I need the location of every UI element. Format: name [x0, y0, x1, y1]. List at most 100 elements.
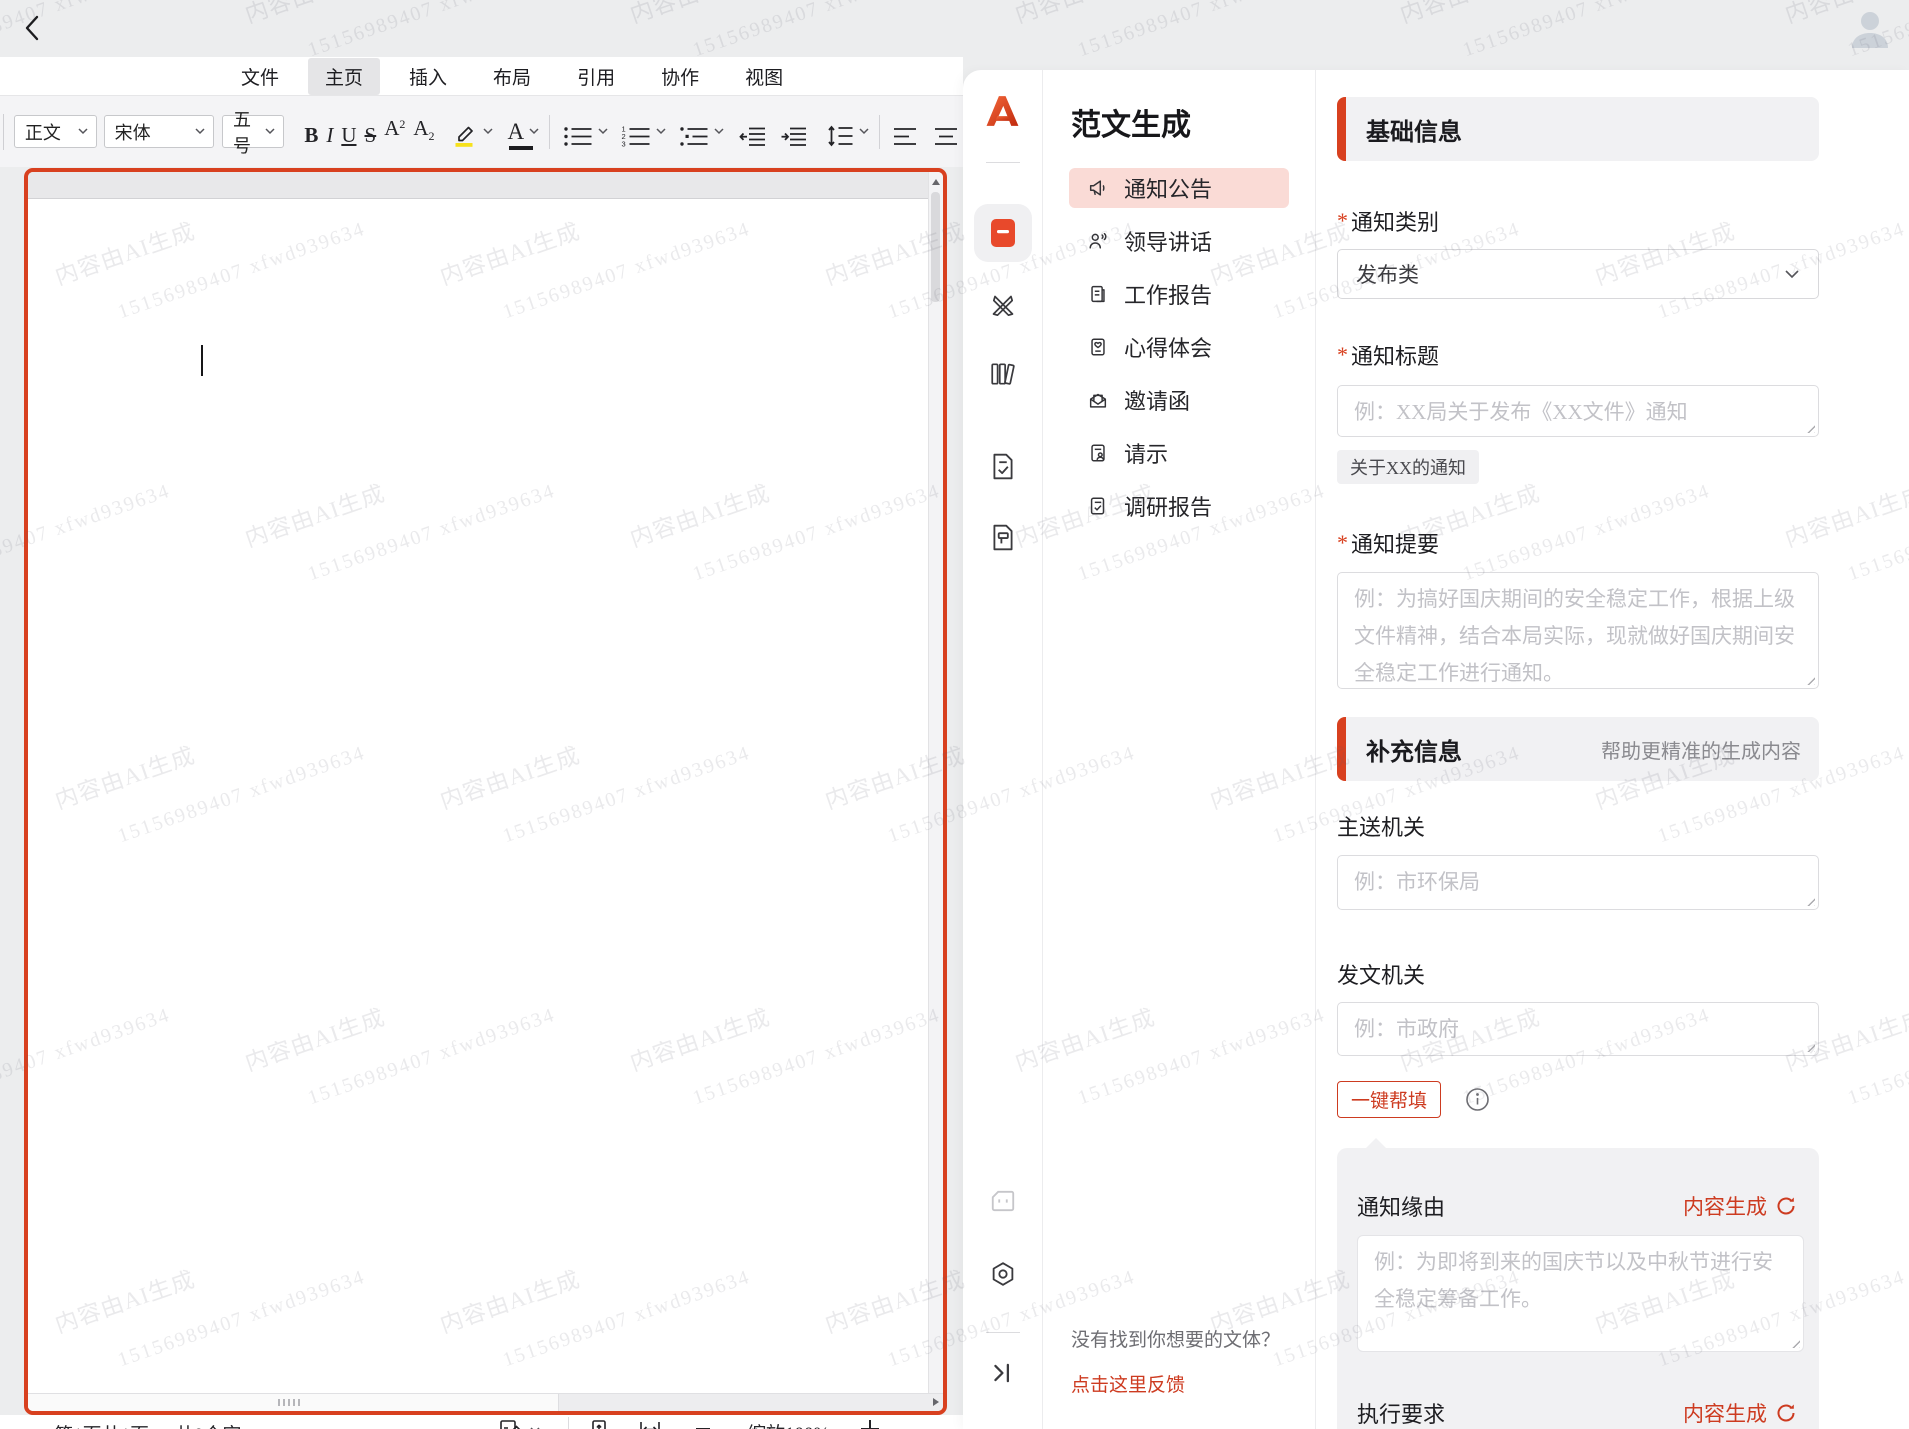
menu-item-survey-report[interactable]: 调研报告 — [1069, 486, 1289, 526]
section-accent-bar — [1337, 717, 1346, 781]
menu-item-request[interactable]: 请示 — [1069, 433, 1289, 473]
reason-textarea[interactable]: 例：为即将到来的国庆节以及中秋节进行安全稳定筹备工作。 — [1357, 1235, 1804, 1352]
subscript-button[interactable]: A2 — [409, 116, 438, 148]
horizontal-scroll-thumb[interactable] — [28, 1394, 559, 1411]
tab-references[interactable]: 引用 — [560, 58, 632, 95]
app-logo[interactable] — [984, 94, 1021, 133]
superscript-button[interactable]: A2 — [380, 116, 409, 148]
rail-doc-format[interactable] — [989, 523, 1017, 557]
reason-generate-button[interactable]: 内容生成 — [1683, 1191, 1797, 1221]
rail-design-tools[interactable] — [989, 292, 1017, 325]
font-size-select[interactable]: 五号 — [222, 115, 284, 148]
menu-bar: 文件 主页 插入 布局 引用 协作 视图 — [0, 57, 963, 95]
chevron-down-icon[interactable] — [713, 127, 725, 136]
menu-item-reflections[interactable]: 心得体会 — [1069, 327, 1289, 367]
tab-home[interactable]: 主页 — [308, 58, 380, 95]
highlight-color-button[interactable] — [447, 116, 482, 148]
menu-item-notice[interactable]: 通知公告 — [1069, 168, 1289, 208]
autofill-button[interactable]: 一键帮填 — [1337, 1081, 1441, 1118]
multilevel-list-button[interactable] — [675, 116, 713, 148]
align-left-button[interactable] — [889, 116, 922, 148]
reason-label: 通知缘由 — [1357, 1190, 1445, 1222]
word-count: 共0个字 — [175, 1420, 242, 1429]
horizontal-scrollbar[interactable] — [28, 1393, 943, 1411]
chevron-down-icon[interactable] — [858, 127, 870, 136]
font-size-value: 五号 — [233, 106, 264, 158]
decrease-indent-button[interactable] — [735, 116, 770, 148]
requirements-generate-button[interactable]: 内容生成 — [1683, 1398, 1797, 1428]
font-family-select[interactable]: 宋体 — [104, 115, 214, 148]
minus-icon — [694, 1419, 712, 1429]
tab-view[interactable]: 视图 — [728, 58, 800, 95]
collapse-panel-button[interactable] — [990, 1360, 1016, 1391]
issuer-input[interactable]: 例：市政府 — [1337, 1002, 1819, 1056]
italic-button[interactable]: I — [322, 116, 337, 148]
assistant-card-icon — [989, 1188, 1017, 1214]
resize-handle-icon[interactable] — [1804, 674, 1815, 685]
bold-button[interactable]: B — [300, 116, 322, 148]
rail-assistant[interactable] — [989, 1188, 1017, 1219]
title-input[interactable]: 例：XX局关于发布《XX文件》通知 — [1337, 385, 1819, 437]
heart-doc-icon — [1087, 336, 1109, 358]
megaphone-icon — [1087, 177, 1109, 199]
superscript-mark: 2 — [399, 118, 405, 130]
scroll-right-arrow-icon[interactable] — [933, 1398, 939, 1406]
underline-button[interactable]: U — [337, 116, 360, 148]
tab-collaborate[interactable]: 协作 — [644, 58, 716, 95]
menu-item-leader-speech[interactable]: 领导讲话 — [1069, 221, 1289, 261]
chevron-down-icon[interactable] — [528, 127, 540, 136]
main-recipient-input[interactable]: 例：市环保局 — [1337, 855, 1819, 910]
paragraph-style-select[interactable]: 正文 — [14, 115, 97, 148]
rail-settings[interactable] — [989, 1260, 1017, 1293]
title-placeholder: 例：XX局关于发布《XX文件》通知 — [1354, 400, 1688, 424]
menu-item-work-report[interactable]: 工作报告 — [1069, 274, 1289, 314]
outdent-icon — [739, 125, 766, 148]
zoom-level[interactable]: 缩放100% — [747, 1419, 829, 1429]
align-center-button[interactable] — [930, 116, 963, 148]
feedback-link[interactable]: 点击这里反馈 — [1071, 1370, 1280, 1397]
rail-library[interactable] — [989, 360, 1017, 393]
menu-item-label: 工作报告 — [1124, 278, 1212, 310]
edit-mode-button[interactable] — [499, 1419, 541, 1429]
vertical-scroll-thumb[interactable] — [931, 192, 940, 302]
vertical-scrollbar[interactable] — [928, 172, 943, 1394]
chevron-down-icon[interactable] — [482, 127, 494, 136]
align-left-icon — [893, 125, 918, 148]
rail-doc-check[interactable] — [989, 452, 1017, 486]
avatar[interactable] — [1845, 4, 1895, 54]
bullet-list-button[interactable] — [559, 116, 597, 148]
resize-handle-icon[interactable] — [1789, 1337, 1800, 1348]
document-page[interactable] — [28, 199, 929, 1394]
text-caret — [201, 345, 203, 376]
back-button[interactable] — [18, 13, 48, 43]
fit-width-button[interactable] — [638, 1419, 662, 1429]
zoom-in-button[interactable] — [860, 1419, 880, 1429]
tab-file[interactable]: 文件 — [224, 58, 296, 95]
resize-handle-icon[interactable] — [1804, 1041, 1815, 1052]
resize-handle-icon[interactable] — [1804, 895, 1815, 906]
title-suggestion-tag[interactable]: 关于XX的通知 — [1337, 450, 1479, 484]
chevron-down-icon[interactable] — [597, 127, 609, 136]
category-select[interactable]: 发布类 — [1337, 249, 1819, 299]
subscript-mark: 2 — [429, 130, 435, 142]
tab-insert[interactable]: 插入 — [392, 58, 464, 95]
summary-textarea[interactable]: 例：为搞好国庆期间的安全稳定工作，根据上级文件精神，结合本局实际，现就做好国庆期… — [1337, 572, 1819, 689]
zoom-out-button[interactable] — [694, 1419, 712, 1429]
strikethrough-button[interactable]: S — [361, 116, 381, 148]
menu-item-label: 调研报告 — [1124, 490, 1212, 522]
rail-doc-tool-active[interactable] — [974, 204, 1032, 262]
menu-item-label: 请示 — [1124, 437, 1168, 469]
increase-indent-button[interactable] — [776, 116, 811, 148]
menu-item-invitation[interactable]: 邀请函 — [1069, 380, 1289, 420]
chevron-down-icon[interactable] — [655, 127, 667, 136]
font-color-button[interactable]: A — [504, 113, 529, 151]
line-spacing-button[interactable] — [823, 116, 858, 148]
resize-handle-icon[interactable] — [1804, 422, 1815, 433]
fit-page-button[interactable] — [588, 1419, 610, 1429]
tab-layout[interactable]: 布局 — [476, 58, 548, 95]
info-icon[interactable] — [1465, 1087, 1490, 1112]
format-toolbar: 正文 宋体 五号 B I U S A2 A2 — [0, 95, 963, 167]
numbered-list-button[interactable]: 123 — [617, 116, 655, 148]
horizontal-ruler — [28, 172, 929, 199]
scroll-up-arrow-icon[interactable] — [932, 179, 940, 185]
